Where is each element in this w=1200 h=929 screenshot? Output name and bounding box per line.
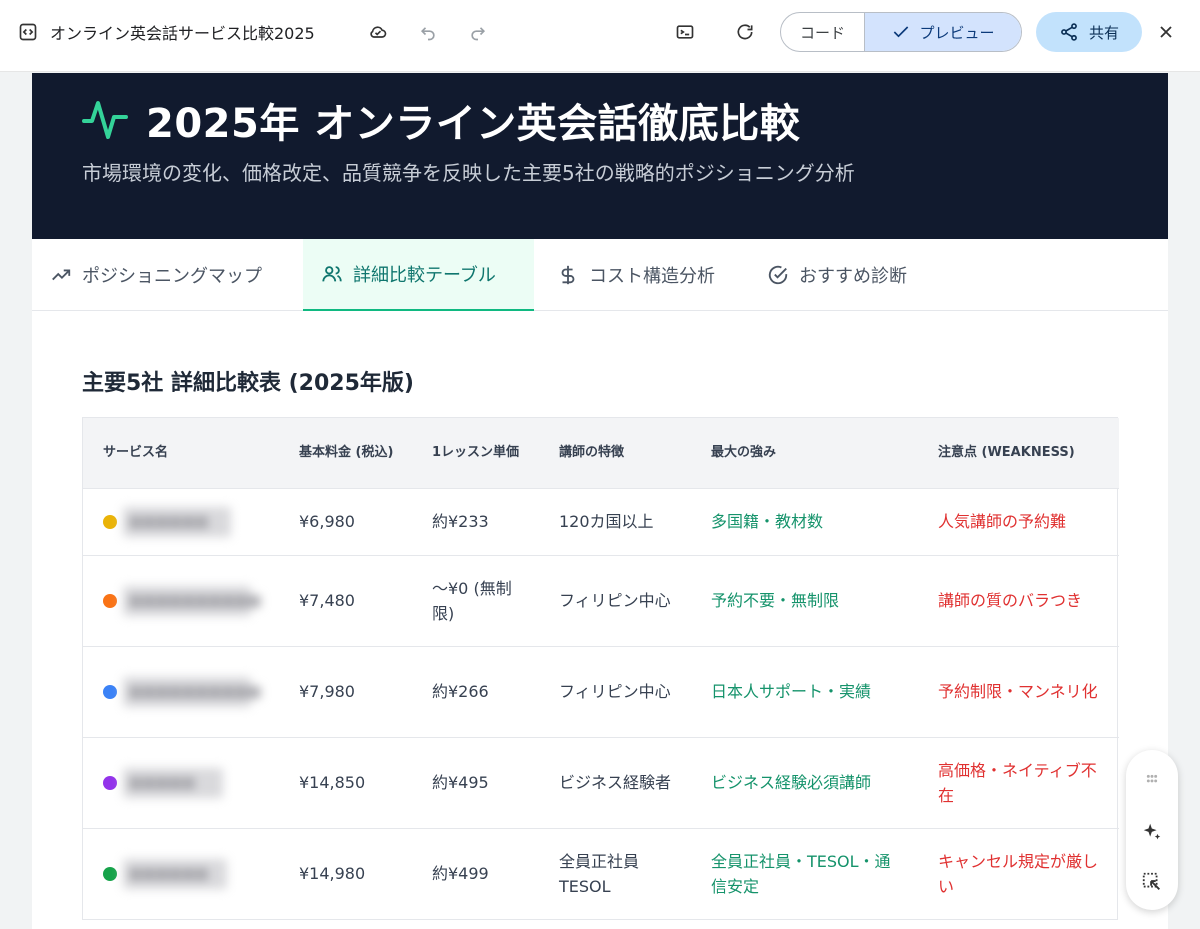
service-color-dot: [103, 684, 117, 699]
share-label: 共有: [1088, 23, 1119, 42]
tab-bar: ポジショニングマップ 詳細比較テーブル コスト構造分析 おすすめ診断: [32, 239, 1168, 311]
header-strength: 最大の強み: [691, 418, 918, 488]
teacher-cell: ビジネス経験者: [539, 736, 691, 828]
table-row: ■■■■■■ ¥6,980 約¥233 120カ国以上 多国籍・教材数 人気講師…: [83, 487, 1119, 555]
trend-icon: [52, 269, 71, 281]
section-title: 主要5社 詳細比較表 (2025年版): [82, 371, 414, 396]
hero-title: 2025年 オンライン英会話徹底比較: [146, 101, 801, 147]
price-cell: ¥14,850: [279, 736, 412, 828]
header-teacher: 講師の特徴: [539, 418, 691, 488]
top-toolbar: オンライン英会話サービス比較2025 コード プレビュー 共有: [0, 0, 1200, 72]
service-cell: ■■■■■■: [103, 858, 265, 889]
teacher-cell: 120カ国以上: [539, 487, 691, 555]
users-icon: [322, 266, 342, 282]
drag-handle-icon[interactable]: [1126, 760, 1178, 800]
check-icon: [894, 26, 909, 38]
floating-tool-panel: [1126, 750, 1178, 910]
unit-price-cell: 約¥499: [412, 827, 539, 919]
service-name-blurred: ■■■■■: [123, 767, 223, 798]
service-color-dot: [103, 775, 117, 790]
service-cell: ■■■■■: [103, 767, 265, 798]
header-price: 基本料金 (税込): [279, 418, 412, 488]
tab-recommendation[interactable]: おすすめ診断: [749, 239, 939, 311]
service-color-dot: [103, 866, 117, 881]
code-view-button[interactable]: コード: [781, 13, 865, 51]
document-title: オンライン英会話サービス比較2025: [50, 24, 315, 43]
comparison-table: サービス名 基本料金 (税込) 1レッスン単価 講師の特徴 最大の強み 注意点 …: [82, 417, 1119, 920]
sparkle-icon[interactable]: [1126, 812, 1178, 852]
teacher-cell: フィリピン中心: [539, 554, 691, 646]
preview-label: プレビュー: [919, 23, 995, 42]
header-service: サービス名: [83, 418, 279, 488]
header-unit-price: 1レッスン単価: [412, 418, 539, 488]
strength-cell: 全員正社員・TESOL・通信安定: [691, 827, 918, 919]
share-icon: [1061, 23, 1077, 41]
weakness-cell: キャンセル規定が厳しい: [918, 827, 1119, 919]
table-row: ■■■■■■ ¥14,980 約¥499 全員正社員 TESOL 全員正社員・T…: [83, 827, 1119, 919]
undo-icon[interactable]: [412, 16, 444, 48]
table-header-row: サービス名 基本料金 (税込) 1レッスン単価 講師の特徴 最大の強み 注意点 …: [83, 418, 1119, 488]
code-file-icon[interactable]: [12, 16, 44, 48]
strength-cell: 日本人サポート・実績: [691, 645, 918, 737]
cloud-saved-icon[interactable]: [362, 16, 394, 48]
activity-icon: [82, 101, 128, 139]
strength-cell: 多国籍・教材数: [691, 487, 918, 555]
strength-cell: ビジネス経験必須講師: [691, 736, 918, 828]
teacher-cell: フィリピン中心: [539, 645, 691, 737]
service-color-dot: [103, 514, 117, 529]
service-cell: ■■■■■■: [103, 506, 265, 537]
service-cell: ■■■■■■■■■■: [103, 585, 265, 616]
service-name-blurred: ■■■■■■: [123, 506, 231, 537]
terminal-icon[interactable]: [669, 16, 701, 48]
teacher-cell: 全員正社員 TESOL: [539, 827, 691, 919]
tab-cost-analysis[interactable]: コスト構造分析: [539, 239, 749, 311]
hero-subtitle: 市場環境の変化、価格改定、品質競争を反映した主要5社の戦略的ポジショニング分析: [82, 161, 855, 185]
service-color-dot: [103, 593, 117, 608]
table-row: ■■■■■■■■■■ ¥7,980 約¥266 フィリピン中心 日本人サポート・…: [83, 645, 1119, 737]
check-circle-icon: [768, 265, 788, 285]
redo-icon[interactable]: [462, 16, 494, 48]
service-cell: ■■■■■■■■■■: [103, 676, 265, 707]
weakness-cell: 講師の質のバラつき: [918, 554, 1119, 646]
unit-price-cell: 約¥266: [412, 645, 539, 737]
tab-label: コスト構造分析: [589, 266, 715, 287]
table-row: ■■■■■■■■■■ ¥7,480 〜¥0 (無制限) フィリピン中心 予約不要…: [83, 554, 1119, 646]
tab-label: ポジショニングマップ: [82, 266, 262, 287]
refresh-icon[interactable]: [729, 16, 761, 48]
tab-label: おすすめ診断: [799, 266, 907, 287]
price-cell: ¥7,480: [279, 554, 412, 646]
unit-price-cell: 約¥233: [412, 487, 539, 555]
preview-view-button[interactable]: プレビュー: [865, 13, 1021, 51]
strength-cell: 予約不要・無制限: [691, 554, 918, 646]
weakness-cell: 高価格・ネイティブ不在: [918, 736, 1119, 828]
price-cell: ¥14,980: [279, 827, 412, 919]
service-name-blurred: ■■■■■■■■■■: [123, 585, 261, 616]
service-name-blurred: ■■■■■■■■■■: [123, 676, 261, 707]
share-button[interactable]: 共有: [1036, 12, 1142, 52]
weakness-cell: 人気講師の予約難: [918, 487, 1119, 555]
preview-canvas: 2025年 オンライン英会話徹底比較 市場環境の変化、価格改定、品質競争を反映し…: [32, 73, 1168, 929]
weakness-cell: 予約制限・マンネリ化: [918, 645, 1119, 737]
table-row: ■■■■■ ¥14,850 約¥495 ビジネス経験者 ビジネス経験必須講師 高…: [83, 736, 1119, 828]
unit-price-cell: 〜¥0 (無制限): [412, 554, 539, 646]
dollar-icon: [561, 265, 575, 285]
view-toggle: コード プレビュー: [780, 12, 1022, 52]
tab-label: 詳細比較テーブル: [353, 265, 496, 286]
tab-positioning-map[interactable]: ポジショニングマップ: [32, 239, 303, 311]
hero-banner: 2025年 オンライン英会話徹底比較 市場環境の変化、価格改定、品質競争を反映し…: [32, 73, 1168, 239]
select-element-icon[interactable]: [1126, 862, 1178, 902]
unit-price-cell: 約¥495: [412, 736, 539, 828]
close-icon[interactable]: [1150, 16, 1182, 48]
price-cell: ¥6,980: [279, 487, 412, 555]
header-weakness: 注意点 (WEAKNESS): [918, 418, 1119, 488]
service-name-blurred: ■■■■■■: [123, 858, 227, 889]
tab-detail-table[interactable]: 詳細比較テーブル: [303, 239, 534, 311]
price-cell: ¥7,980: [279, 645, 412, 737]
